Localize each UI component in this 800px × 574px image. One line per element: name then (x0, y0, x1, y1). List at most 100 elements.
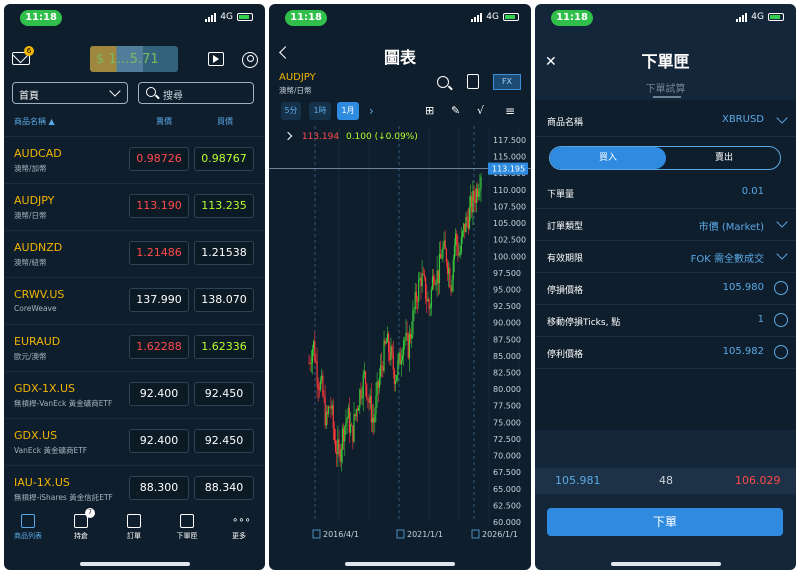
submit-order-button[interactable]: 下單 (547, 508, 783, 536)
bid-price[interactable]: 1.62288 (129, 335, 189, 359)
timeframe-1h[interactable]: 1時 (309, 102, 331, 120)
tab-positions[interactable]: 7 持倉 (61, 508, 101, 541)
bid-price[interactable]: 88.300 (129, 476, 189, 500)
bid-price[interactable]: 0.98726 (129, 147, 189, 171)
candle-body (319, 380, 322, 390)
field-trailing-stop[interactable]: 移動停損Ticks, 點 1 (535, 306, 796, 337)
candle-body (345, 422, 347, 427)
bid-price[interactable]: 1.21486 (129, 241, 189, 265)
table-row[interactable]: IAU-1X.US 無槓桿-iShares 黃金信託ETF 88.300 88.340 (4, 465, 265, 512)
bid-price[interactable]: 92.400 (129, 382, 189, 406)
row-desc: 澳幣/日幣 (14, 211, 47, 220)
fx-badge[interactable]: FX (493, 74, 521, 90)
candle-body (381, 365, 383, 367)
order-subtitle-tab[interactable]: 下單試算 (535, 80, 796, 95)
candle-body (389, 352, 391, 361)
ask-price[interactable]: 1.21538 (194, 241, 254, 265)
table-row[interactable]: EURAUD 歐元/澳幣 1.62288 1.62336 (4, 324, 265, 371)
tab-product-list[interactable]: 商品列表 (8, 514, 48, 541)
y-tick-label: 97.500 (493, 269, 521, 278)
candle-body (465, 216, 467, 233)
table-row[interactable]: AUDJPY 澳幣/日幣 113.190 113.235 (4, 183, 265, 230)
tab-orders[interactable]: 訂單 (114, 514, 154, 541)
ask-price[interactable]: 92.450 (194, 382, 254, 406)
watchlist-filter-dropdown[interactable]: 首頁 (12, 82, 128, 104)
candle-body (324, 398, 326, 426)
home-indicator (79, 562, 190, 566)
field-stop-loss[interactable]: 停損價格 105.980 (535, 274, 796, 305)
candle-body (443, 240, 445, 248)
bid-price[interactable]: 92.400 (129, 429, 189, 453)
candle-body (360, 389, 362, 399)
candle-body (428, 299, 430, 309)
radio-icon[interactable] (774, 281, 788, 295)
candle-body (343, 428, 345, 442)
candle-body (468, 206, 471, 229)
ask-price[interactable]: 0.98767 (194, 147, 254, 171)
candle-body (422, 273, 424, 275)
table-row[interactable]: GDX-1X.US 無槓桿-VanEck 黃金礦商ETF 92.400 92.450 (4, 371, 265, 418)
row-desc: CoreWeave (14, 304, 57, 313)
table-row[interactable]: CRWV.US CoreWeave 137.990 138.070 (4, 277, 265, 324)
search-icon (146, 87, 156, 97)
header-name[interactable]: 商品名稱 ▲ (14, 116, 55, 127)
bid-price[interactable]: 113.190 (129, 194, 189, 218)
ask-price[interactable]: 88.340 (194, 476, 254, 500)
candle-body (331, 405, 333, 409)
row-desc: 澳幣/加幣 (14, 164, 47, 173)
search-icon[interactable] (437, 76, 449, 88)
side-toggle: 買入 賣出 (549, 146, 781, 170)
candle-body (448, 268, 450, 274)
chevron-right-icon[interactable]: › (369, 104, 383, 118)
candle-body (386, 333, 389, 343)
timeframe-5m[interactable]: 5分 (281, 102, 301, 120)
field-order-type[interactable]: 訂單類型 市價 (Market) (535, 210, 796, 241)
table-row[interactable]: AUDNZD 澳幣/紐幣 1.21486 1.21538 (4, 230, 265, 277)
document-icon[interactable] (467, 74, 479, 89)
tab-order-box[interactable]: 下單匣 (167, 514, 207, 541)
bid-price[interactable]: 137.990 (129, 288, 189, 312)
table-row[interactable]: GDX.US VanEck 黃金礦商ETF 92.400 92.450 (4, 418, 265, 465)
field-quantity[interactable]: 下單量 0.01 (535, 178, 796, 209)
candle-body (359, 389, 361, 408)
tab-more[interactable]: ∘∘∘ 更多 (219, 514, 259, 541)
row-symbol: CRWV.US (14, 288, 65, 301)
table-row[interactable]: AUDCAD 澳幣/加幣 0.98726 0.98767 (4, 136, 265, 183)
candle-body (311, 348, 314, 364)
ask-price[interactable]: 113.235 (194, 194, 254, 218)
candle-body (348, 407, 351, 433)
indicator-icon[interactable]: √ (477, 104, 491, 118)
candle-body (433, 276, 435, 284)
account-balance: $ 1…5.71 (90, 46, 178, 72)
ask-price[interactable]: 92.450 (194, 429, 254, 453)
cart-icon[interactable]: ⊞ (425, 104, 439, 118)
y-tick-label: 65.000 (493, 485, 521, 494)
sell-button[interactable]: 賣出 (666, 147, 780, 169)
radio-icon[interactable] (774, 313, 788, 327)
ask-price[interactable]: 1.62336 (194, 335, 254, 359)
ask-price[interactable]: 138.070 (194, 288, 254, 312)
candle-body (424, 277, 427, 299)
status-time: 11:18 (20, 10, 62, 26)
user-icon[interactable] (242, 52, 258, 68)
candle-body (445, 249, 447, 263)
candlestick-chart[interactable]: 117.500115.000112.500110.000107.500105.0… (269, 126, 531, 546)
radio-icon[interactable] (774, 345, 788, 359)
field-take-profit[interactable]: 停利價格 105.982 (535, 338, 796, 369)
expand-icon[interactable] (283, 131, 293, 141)
battery-icon (768, 13, 784, 21)
candle-body (388, 333, 390, 353)
candle-body (369, 396, 371, 403)
candle-body (435, 284, 437, 285)
candle-body (409, 333, 412, 339)
field-validity[interactable]: 有效期限 FOK 需全數成交 (535, 242, 796, 273)
menu-icon[interactable]: ≡ (505, 104, 519, 118)
search-input[interactable]: 搜尋 (138, 82, 254, 104)
status-bar: 11:18 4G (4, 10, 265, 28)
buy-button[interactable]: 買入 (550, 147, 666, 169)
candle-body (399, 352, 401, 365)
video-icon[interactable] (208, 52, 224, 66)
timeframe-1m[interactable]: 1月 (337, 102, 359, 120)
pencil-icon[interactable]: ✎ (451, 104, 465, 118)
field-symbol[interactable]: 商品名稱 XBRUSD (535, 106, 796, 137)
